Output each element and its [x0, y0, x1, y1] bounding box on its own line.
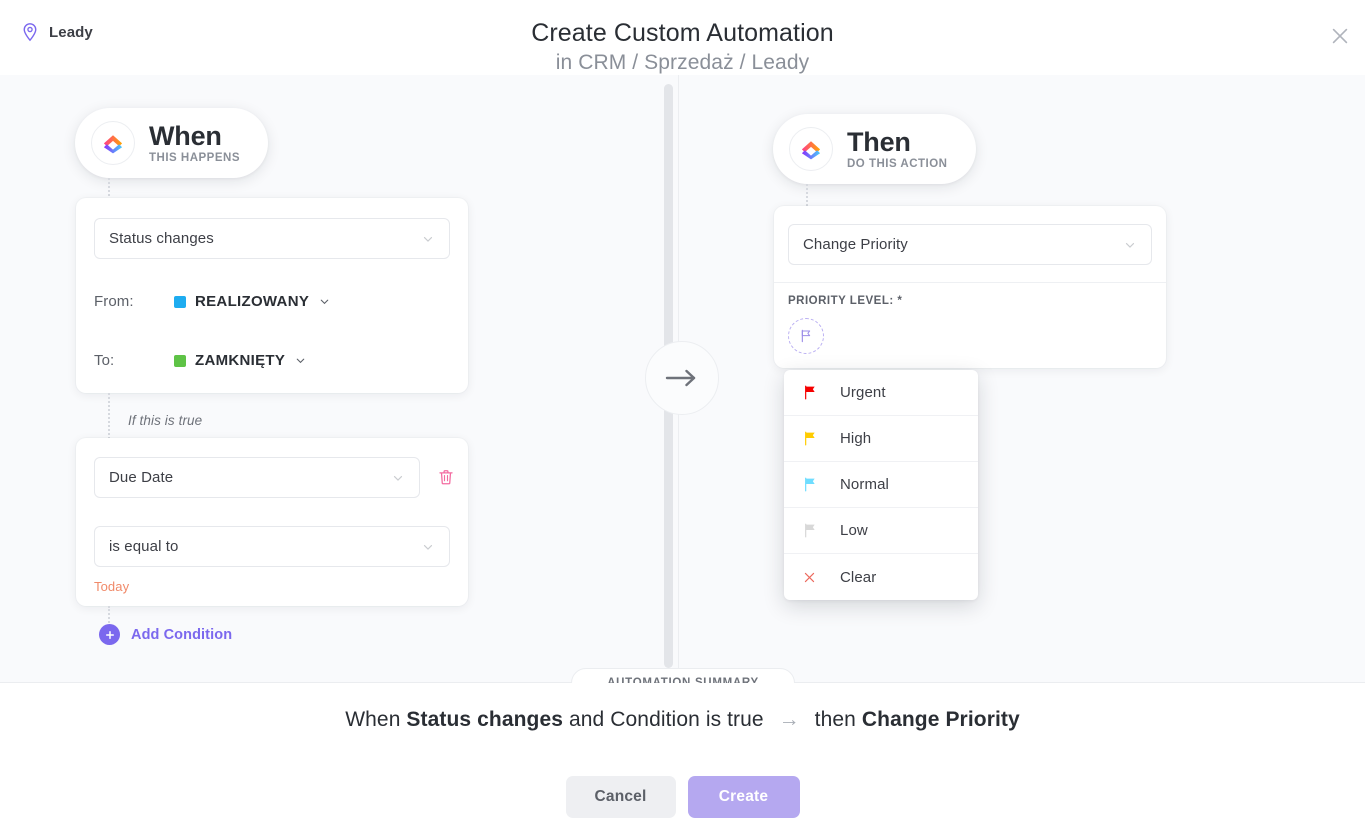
- close-icon: [1332, 28, 1348, 44]
- trigger-select-value: Status changes: [109, 230, 214, 247]
- chevron-down-icon: [320, 299, 329, 305]
- priority-option-label: Clear: [840, 568, 877, 586]
- priority-option-low[interactable]: Low: [784, 508, 978, 554]
- chevron-down-icon: [1125, 242, 1135, 248]
- summary-trigger: Status changes: [406, 708, 564, 731]
- to-label: To:: [94, 352, 115, 369]
- to-row: To: ZAMKNIĘTY: [94, 352, 307, 369]
- condition-operator-select[interactable]: is equal to: [94, 526, 450, 567]
- action-card: Change Priority PRIORITY LEVEL: *: [774, 206, 1166, 368]
- flag-icon: [802, 430, 818, 447]
- then-pill-subtitle: DO THIS ACTION: [847, 157, 948, 170]
- priority-option-label: Normal: [840, 476, 889, 493]
- summary-middle: and Condition is true: [563, 708, 770, 731]
- clickup-logo-icon: [91, 121, 135, 165]
- priority-option-urgent[interactable]: Urgent: [784, 370, 978, 416]
- then-step-pill[interactable]: Then DO THIS ACTION: [773, 114, 976, 184]
- summary-prefix: When: [345, 708, 407, 731]
- when-connector-top: [108, 178, 110, 200]
- plus-circle-icon: [99, 624, 120, 645]
- automation-modal: Leady Create Custom Automation in CRM / …: [0, 0, 1365, 823]
- priority-level-label: PRIORITY LEVEL: *: [788, 295, 903, 307]
- summary-action: Change Priority: [861, 708, 1020, 731]
- title-block: Create Custom Automation in CRM / Sprzed…: [0, 18, 1365, 76]
- add-condition-button[interactable]: Add Condition: [99, 624, 232, 645]
- summary-then-prefix: then: [808, 708, 862, 731]
- if-this-is-true-label: If this is true: [128, 413, 203, 428]
- flow-arrow-badge: [645, 341, 719, 415]
- chevron-down-icon: [393, 475, 403, 481]
- arrow-right-icon: →: [778, 708, 800, 731]
- trigger-card: Status changes From: REALIZOWANY To: ZAM…: [76, 198, 468, 393]
- automation-summary-sentence: When Status changes and Condition is tru…: [0, 708, 1365, 732]
- from-status-chip[interactable]: REALIZOWANY: [174, 293, 331, 310]
- close-button[interactable]: [1322, 18, 1358, 54]
- priority-option-label: High: [840, 430, 872, 447]
- priority-dropdown-menu: Urgent High Normal Low Clear: [784, 370, 978, 600]
- condition-field-value: Due Date: [109, 469, 174, 486]
- chevron-down-icon: [296, 358, 305, 364]
- page-subtitle: in CRM / Sprzedaż / Leady: [555, 51, 810, 74]
- flag-icon: [802, 522, 818, 539]
- priority-picker-button[interactable]: [788, 318, 824, 354]
- create-button[interactable]: Create: [687, 776, 800, 818]
- priority-option-normal[interactable]: Normal: [784, 462, 978, 508]
- priority-option-high[interactable]: High: [784, 416, 978, 462]
- modal-footer: When Status changes and Condition is tru…: [0, 683, 1365, 823]
- flag-icon: [802, 476, 818, 493]
- trigger-select[interactable]: Status changes: [94, 218, 450, 259]
- delete-condition-button[interactable]: [433, 464, 459, 490]
- action-select-value: Change Priority: [803, 236, 908, 253]
- status-color-swatch: [174, 354, 186, 367]
- when-pill-title: When: [149, 120, 222, 151]
- footer-button-row: Cancel Create: [0, 776, 1365, 818]
- cancel-button[interactable]: Cancel: [565, 776, 676, 818]
- condition-value-today[interactable]: Today: [94, 579, 129, 594]
- when-step-pill[interactable]: When THIS HAPPENS: [75, 108, 268, 178]
- add-condition-label: Add Condition: [131, 626, 233, 643]
- then-connector-top: [806, 184, 808, 206]
- chevron-down-icon: [423, 544, 433, 550]
- action-select[interactable]: Change Priority: [788, 224, 1152, 265]
- modal-header: Leady Create Custom Automation in CRM / …: [0, 0, 1365, 75]
- from-status-label: REALIZOWANY: [195, 293, 310, 310]
- clickup-logo-icon: [789, 127, 833, 171]
- priority-option-clear[interactable]: Clear: [784, 554, 978, 600]
- page-title: Create Custom Automation: [531, 19, 834, 47]
- priority-option-label: Low: [840, 522, 868, 539]
- when-connector-mid: [108, 393, 110, 439]
- condition-card: Due Date is equal to Today: [76, 438, 468, 606]
- to-status-label: ZAMKNIĘTY: [195, 352, 286, 369]
- status-color-swatch: [174, 295, 186, 308]
- condition-field-select[interactable]: Due Date: [94, 457, 420, 498]
- clear-x-icon: [802, 570, 818, 585]
- from-row: From: REALIZOWANY: [94, 293, 331, 310]
- then-pill-title: Then: [847, 126, 911, 157]
- to-status-chip[interactable]: ZAMKNIĘTY: [174, 352, 307, 369]
- flag-outline-icon: [801, 329, 811, 343]
- trash-icon: [439, 470, 453, 485]
- priority-option-label: Urgent: [840, 384, 886, 401]
- chevron-down-icon: [423, 236, 433, 242]
- from-label: From:: [94, 293, 134, 310]
- arrow-right-icon: [665, 369, 696, 387]
- when-pill-subtitle: THIS HAPPENS: [149, 151, 240, 164]
- condition-operator-value: is equal to: [109, 538, 179, 555]
- action-card-divider: [774, 282, 1166, 283]
- flag-icon: [802, 384, 818, 401]
